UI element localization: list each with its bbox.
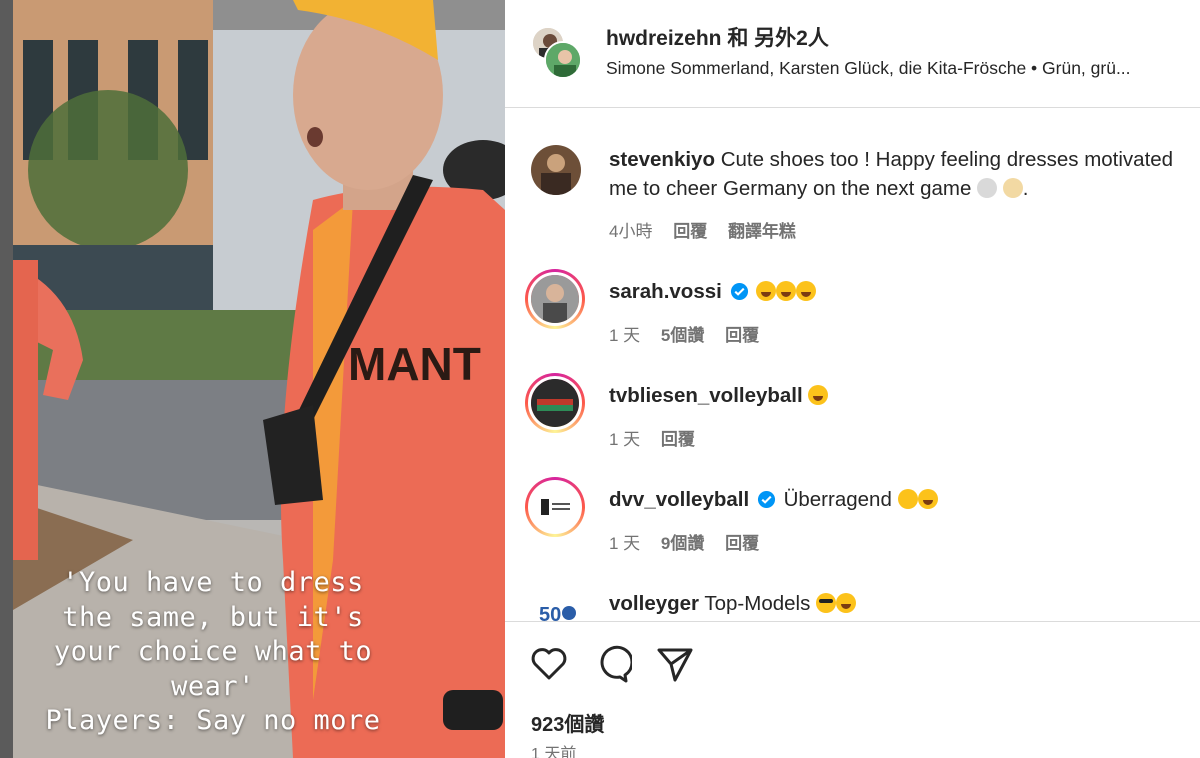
avatar-story-ring[interactable] [525, 373, 585, 433]
laughing-emoji [808, 385, 829, 405]
comment-like-count[interactable]: 9個讚 [661, 534, 704, 553]
post-like-count[interactable]: 923個讚 [531, 708, 604, 737]
laughing-emoji [917, 489, 938, 509]
avatar-story-ring[interactable] [525, 269, 585, 329]
comment-text: Top-Models [704, 592, 811, 615]
verified-badge-icon [757, 490, 775, 509]
laughing-emoji [836, 593, 857, 613]
volleyball-emoji [977, 178, 998, 198]
avatar[interactable] [531, 145, 581, 195]
comments-list[interactable]: stevenkiyo Cute shoes too ! Happy feelin… [505, 109, 1200, 621]
comment-time: 4小時 [609, 222, 653, 241]
laughing-emoji [776, 281, 797, 301]
share-send-icon[interactable] [655, 644, 695, 684]
person-playing-emoji [1002, 178, 1023, 198]
reply-button[interactable]: 回覆 [661, 430, 695, 449]
like-heart-icon[interactable] [529, 644, 569, 684]
post-timestamp: 1 天前 [531, 746, 577, 758]
comment-bubble-icon[interactable] [592, 644, 632, 684]
comment-username[interactable]: sarah.vossi [609, 280, 722, 303]
reply-button[interactable]: 回覆 [725, 534, 759, 553]
sunglasses-emoji [816, 593, 837, 613]
svg-text:50: 50 [539, 604, 561, 621]
comment-time: 1 天 [609, 430, 641, 449]
reply-button[interactable]: 回覆 [725, 326, 759, 345]
jacket-print: MANT [348, 338, 481, 390]
audio-track-link[interactable]: Simone Sommerland, Karsten Glück, die Ki… [606, 58, 1200, 79]
star-struck-emoji [897, 489, 918, 509]
video-edge [0, 0, 13, 758]
post-header: hwdreizehn 和 另外2人 Simone Sommerland, Kar… [505, 0, 1200, 108]
laughing-emoji [756, 281, 777, 301]
avatar-story-ring[interactable] [525, 477, 585, 537]
reply-button[interactable]: 回覆 [673, 222, 707, 241]
comment-text: Überragend [783, 488, 892, 511]
video-player[interactable]: MANT 'You have to dress the same, but it… [0, 0, 505, 758]
comment-username[interactable]: tvbliesen_volleyball [609, 384, 803, 407]
post-author-title[interactable]: hwdreizehn 和 另外2人 [606, 22, 829, 52]
comment-username[interactable]: stevenkiyo [609, 148, 715, 171]
video-caption: 'You have to dress the same, but it's yo… [45, 567, 381, 736]
avatar[interactable]: 50 [531, 589, 581, 621]
post-panel: hwdreizehn 和 另外2人 Simone Sommerland, Kar… [505, 0, 1200, 758]
comment-username[interactable]: dvv_volleyball [609, 488, 749, 511]
post-actions: 923個讚 1 天前 [505, 621, 1200, 758]
comment-time: 1 天 [609, 326, 641, 345]
comment-like-count[interactable]: 5個讚 [661, 326, 704, 345]
verified-badge-icon [730, 282, 748, 301]
collab-avatar-2[interactable] [544, 41, 582, 79]
comment-time: 1 天 [609, 534, 641, 553]
comment-username[interactable]: volleyger [609, 592, 699, 615]
laughing-emoji [796, 281, 817, 301]
translate-button[interactable]: 翻譯年糕 [728, 222, 796, 241]
